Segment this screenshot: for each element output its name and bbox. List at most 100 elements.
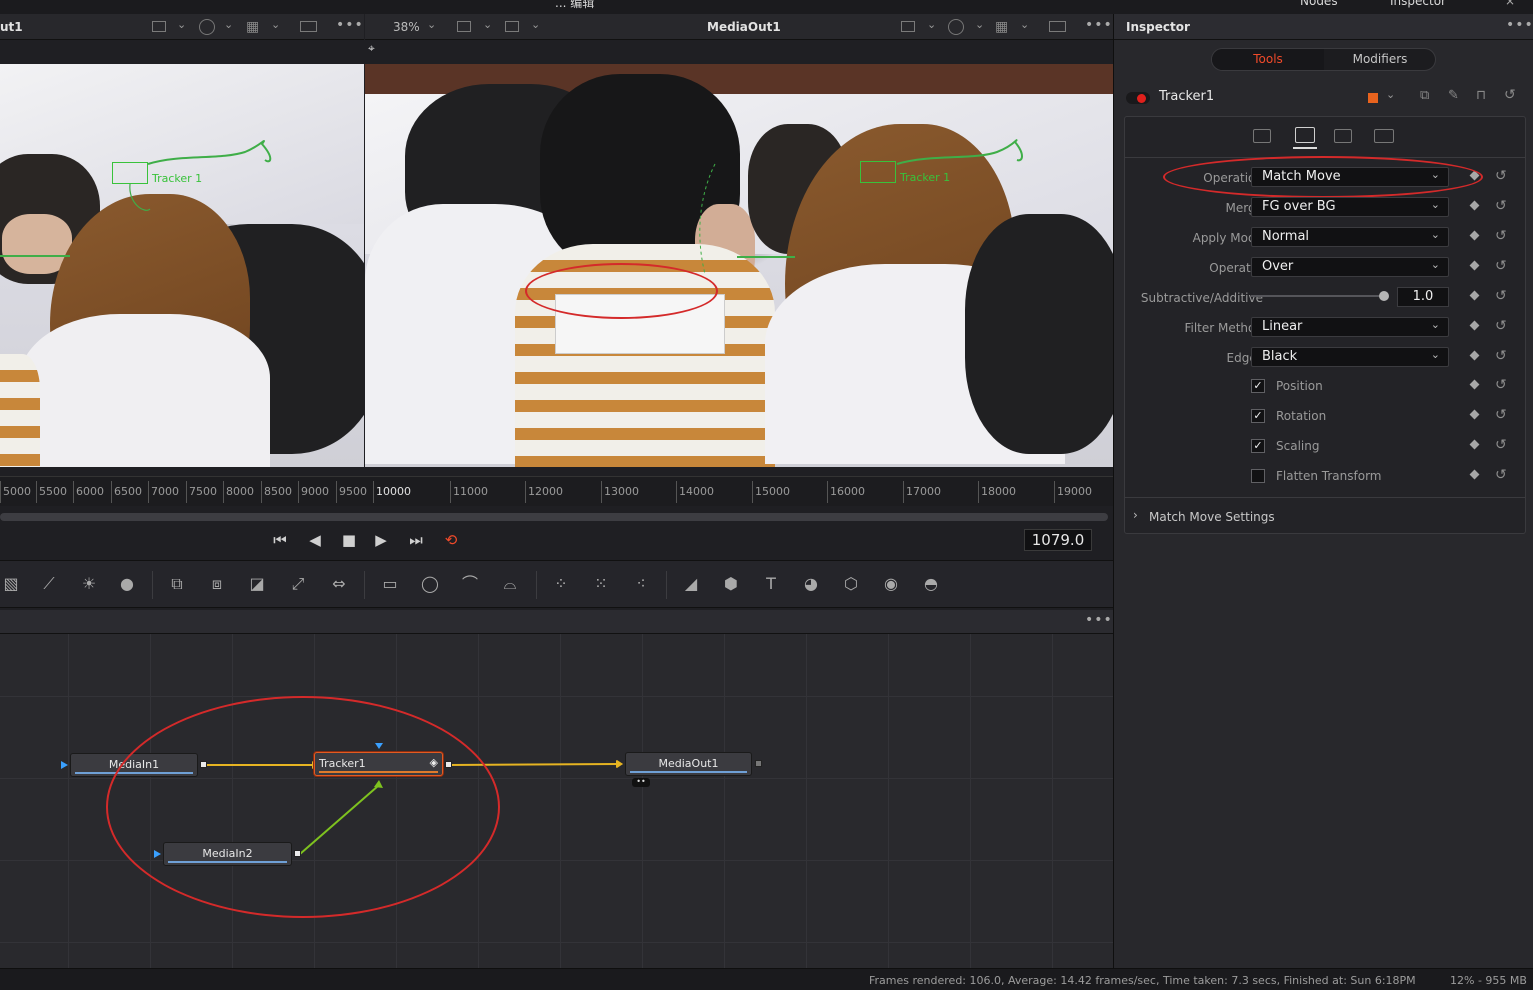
more-options-icon[interactable]: •••	[336, 17, 364, 33]
blur-tool-icon[interactable]: ●	[116, 573, 138, 595]
reset-icon[interactable]: ↺	[1495, 228, 1507, 244]
viewer-right[interactable]: Tracker 1	[365, 64, 1113, 467]
lut-icon[interactable]	[152, 21, 166, 32]
grid-icon[interactable]: ▦	[995, 19, 1008, 35]
lock-icon[interactable]: ⊓	[1476, 88, 1486, 103]
chevron-down-icon[interactable]: ⌄	[271, 18, 280, 31]
reset-icon[interactable]: ↺	[1495, 318, 1507, 334]
node-mediaout1[interactable]: MediaOut1	[625, 752, 752, 776]
reset-icon[interactable]: ↺	[1495, 467, 1507, 483]
renderer-3d-icon[interactable]: ◉	[880, 573, 902, 595]
view-mode-icon[interactable]	[457, 21, 471, 32]
keyframe-icon[interactable]	[1469, 350, 1480, 361]
rotation-checkbox[interactable]: ✓	[1251, 409, 1265, 423]
spotlight-3d-icon[interactable]: ◓	[920, 573, 942, 595]
play-reverse-icon[interactable]: ◀	[304, 529, 326, 551]
filter-method-dropdown[interactable]: Linear ⌄	[1251, 317, 1449, 337]
chevron-down-icon[interactable]: ⌄	[224, 18, 233, 31]
chevron-down-icon[interactable]: ⌄	[1020, 18, 1029, 31]
close-icon[interactable]: ×	[1505, 0, 1515, 8]
buffer-icon[interactable]	[505, 21, 519, 32]
zoom-level[interactable]: 38%	[393, 20, 420, 34]
grid-icon[interactable]: ▦	[246, 19, 259, 35]
reset-icon[interactable]: ↺	[1495, 407, 1507, 423]
merge-tool-icon[interactable]: ⧉	[166, 573, 188, 595]
page-tab-label[interactable]: ... 编辑	[555, 0, 594, 11]
ellipse-mask-icon[interactable]: ◯	[419, 573, 441, 595]
camera-3d-icon[interactable]: ⬡	[840, 573, 862, 595]
transform-tool-icon[interactable]: ⤢	[287, 573, 309, 595]
keyframe-icon[interactable]	[1469, 409, 1480, 420]
viewer-left[interactable]: Tracker 1	[0, 64, 364, 467]
settings-tab-icon[interactable]	[1374, 129, 1394, 143]
sub-add-slider[interactable]	[1251, 295, 1385, 297]
reset-icon[interactable]: ↺	[1495, 437, 1507, 453]
chevron-down-icon[interactable]: ⌄	[483, 18, 492, 31]
sub-add-value[interactable]: 1.0	[1397, 287, 1449, 307]
node-editor[interactable]: MediaIn1 Tracker1 ◈ MediaOut1 •• MediaIn…	[0, 634, 1113, 968]
resize-tool-icon[interactable]: ⇔	[328, 573, 350, 595]
particle-style-icon[interactable]: ⁖	[630, 573, 652, 595]
tab-tools[interactable]: Tools	[1212, 49, 1324, 70]
lut-icon[interactable]	[901, 21, 915, 32]
tool-color-swatch[interactable]	[1368, 93, 1378, 103]
polygon-mask-icon[interactable]: ⌒	[459, 573, 481, 595]
reset-icon[interactable]: ↺	[1495, 288, 1507, 304]
rectangle-mask-icon[interactable]: ▭	[379, 573, 401, 595]
output-port[interactable]	[755, 760, 762, 767]
input-port[interactable]	[61, 761, 68, 769]
more-options-icon[interactable]: •••	[1085, 612, 1113, 628]
background-tool-icon[interactable]: ▧	[0, 573, 22, 595]
merge-dropdown[interactable]: FG over BG ⌄	[1251, 197, 1449, 217]
slider-handle[interactable]	[1379, 291, 1389, 301]
play-icon[interactable]: ▶	[370, 529, 392, 551]
more-options-icon[interactable]: •••	[1085, 17, 1113, 33]
reset-icon[interactable]: ↺	[1495, 198, 1507, 214]
chevron-down-icon[interactable]: ⌄	[1386, 88, 1395, 101]
stop-icon[interactable]: ■	[338, 529, 360, 551]
reset-icon[interactable]: ↺	[1504, 87, 1516, 103]
merge-3d-icon[interactable]: ◕	[800, 573, 822, 595]
color-icon[interactable]	[948, 19, 964, 35]
curves-tool-icon[interactable]: ⟋	[38, 573, 60, 595]
timeline-scrubber[interactable]	[0, 513, 1108, 521]
inspector-toggle[interactable]: Inspector	[1390, 0, 1446, 8]
apply-mode-dropdown[interactable]: Normal ⌄	[1251, 227, 1449, 247]
chevron-down-icon[interactable]: ⌄	[427, 18, 436, 31]
tab-modifiers[interactable]: Modifiers	[1324, 49, 1436, 70]
bspline-mask-icon[interactable]: ⌓	[499, 573, 521, 595]
keyframe-icon[interactable]	[1469, 379, 1480, 390]
versions-icon[interactable]: ⧉	[1420, 88, 1429, 103]
input-port[interactable]	[616, 760, 623, 768]
keyframe-icon[interactable]	[1469, 230, 1480, 241]
chevron-down-icon[interactable]: ⌄	[531, 18, 540, 31]
particle-emitter-icon[interactable]: ⁘	[550, 573, 572, 595]
chevron-down-icon[interactable]: ⌄	[927, 18, 936, 31]
operation-tab-icon[interactable]	[1295, 127, 1315, 143]
color-icon[interactable]	[199, 19, 215, 35]
channel-booleans-icon[interactable]: ⧈	[206, 573, 228, 595]
flatten-transform-checkbox[interactable]	[1251, 469, 1265, 483]
keyframe-icon[interactable]	[1469, 469, 1480, 480]
reset-icon[interactable]: ↺	[1495, 258, 1507, 274]
reset-icon[interactable]: ↺	[1495, 377, 1507, 393]
chevron-down-icon[interactable]: ⌄	[975, 18, 984, 31]
edges-dropdown[interactable]: Black ⌄	[1251, 347, 1449, 367]
keyframe-icon[interactable]	[1469, 439, 1480, 450]
scaling-checkbox[interactable]: ✓	[1251, 439, 1265, 453]
keyframe-icon[interactable]	[1469, 290, 1480, 301]
text-3d-icon[interactable]: T	[760, 573, 782, 595]
brightness-tool-icon[interactable]: ☀	[78, 573, 100, 595]
position-checkbox[interactable]: ✓	[1251, 379, 1265, 393]
go-to-start-icon[interactable]: ⏮	[269, 529, 291, 551]
roi-icon[interactable]	[300, 21, 317, 32]
roi-icon[interactable]	[1049, 21, 1066, 32]
reset-icon[interactable]: ↺	[1495, 348, 1507, 364]
chevron-down-icon[interactable]: ⌄	[177, 18, 186, 31]
match-move-settings-section[interactable]: › Match Move Settings	[1125, 503, 1525, 531]
operator-dropdown[interactable]: Over ⌄	[1251, 257, 1449, 277]
time-ruler[interactable]: 5000 5500 6000 6500 7000 7500 8000 8500 …	[0, 476, 1113, 506]
keyframe-icon[interactable]	[1469, 260, 1480, 271]
matte-control-icon[interactable]: ◪	[246, 573, 268, 595]
image-plane-3d-icon[interactable]: ◢	[680, 573, 702, 595]
